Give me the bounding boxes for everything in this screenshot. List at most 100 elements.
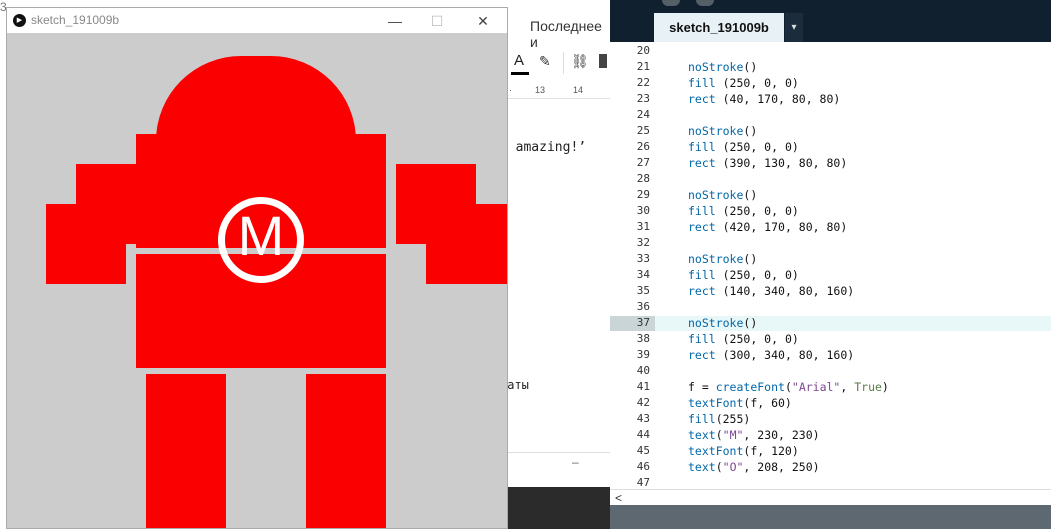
code-token: True [854,380,882,394]
close-button[interactable]: ✕ [463,11,503,31]
code-token: , [840,380,855,394]
code-token: rect [688,92,716,106]
line-number: 32 [636,236,650,249]
sketch-window: ▶ sketch_191009b — ☐ ✕ M [6,7,508,529]
link-icon[interactable]: ⛓ [571,53,589,70]
code-token: textFont [688,444,744,458]
line-number: 21 [636,60,650,73]
line-number: 27 [636,156,650,169]
code-token: , 208, 250) [743,460,820,474]
text-color-button[interactable]: A [511,52,529,76]
tab-menu-arrow-icon[interactable]: ▾ [785,13,803,42]
line-number: 39 [636,348,650,361]
stop-button-edge[interactable] [696,0,714,6]
line-number: 22 [636,76,650,89]
sketch-window-title: sketch_191009b [31,13,120,27]
code-token: rect [688,284,716,298]
code-token: fill [688,268,716,282]
robot-head [156,56,356,141]
line-number: 26 [636,140,650,153]
tab-sketch[interactable]: sketch_191009b [654,13,784,42]
code-line[interactable]: text("M", 230, 230) [688,428,820,442]
code-token: (f, 60) [743,396,792,410]
code-token: ( [715,460,723,474]
code-line[interactable]: noStroke() [688,60,757,74]
code-token: rect [688,348,716,362]
ruler-mark-13: 13 [535,85,546,95]
line-number: 43 [636,412,650,425]
code-line[interactable]: fill (250, 0, 0) [688,332,799,346]
editor-tabbar: sketch_191009b ▾ [610,0,1051,42]
code-line[interactable]: textFont(f, 120) [688,444,799,458]
line-number: 42 [636,396,650,409]
code-token: fill [688,140,716,154]
line-number: 31 [636,220,650,233]
run-button-edge[interactable] [662,0,680,6]
code-token: noStroke [688,60,744,74]
comment-icon[interactable] [599,54,607,68]
line-number: 29 [636,188,650,201]
minimize-button[interactable]: — [375,11,415,31]
line-number: 44 [636,428,650,441]
code-token: (390, 130, 80, 80) [715,156,848,170]
code-token: f = [688,380,716,394]
code-line[interactable]: fill (250, 0, 0) [688,76,799,90]
line-number: 20 [636,44,650,57]
code-token: , 230, 230) [743,428,820,442]
line-number: 45 [636,444,650,457]
code-line[interactable]: rect (300, 340, 80, 160) [688,348,854,362]
code-token: ) [881,380,889,394]
code-token: noStroke [688,188,744,202]
code-token: fill [688,76,716,90]
robot-emblem-letter: M [237,204,285,267]
line-number: 23 [636,92,650,105]
code-token: rect [688,220,716,234]
text-color-label: A [514,52,525,69]
doc-toolbar: A ✎ ⛓ [505,50,610,80]
doc-minimize-icon[interactable]: – [572,455,579,469]
line-number: 30 [636,204,650,217]
code-line[interactable]: fill(255) [688,412,750,426]
code-line[interactable]: fill (250, 0, 0) [688,204,799,218]
line-number: 24 [636,108,650,121]
code-line[interactable]: text("O", 208, 250) [688,460,820,474]
code-lines[interactable]: 20 21 noStroke() 22 fill (250, 0, 0) 23 rect (… [610,42,1051,489]
code-line[interactable]: fill (250, 0, 0) [688,268,799,282]
code-line[interactable]: noStroke() [688,188,757,202]
code-token: rect [688,156,716,170]
line-number: 25 [636,124,650,137]
code-token: text [688,428,716,442]
code-line[interactable]: f = createFont("Arial", True) [688,380,889,394]
scroll-left-icon[interactable]: < [615,491,622,505]
processing-app-icon: ▶ [13,14,26,27]
doc-text-line: s amazing!’ [500,140,587,155]
sketch-titlebar[interactable]: ▶ sketch_191009b — ☐ ✕ [7,8,507,33]
code-token: (f, 120) [743,444,799,458]
code-line[interactable]: noStroke() [688,252,757,266]
code-token: (255) [715,412,751,426]
line-number: 47 [636,476,650,489]
highlight-pen-icon[interactable]: ✎ [539,53,551,70]
maximize-button[interactable]: ☐ [417,11,457,31]
code-token: noStroke [688,124,744,138]
code-line[interactable]: noStroke() [688,124,757,138]
sketch-canvas[interactable]: M [7,33,507,528]
code-token: () [743,188,758,202]
code-token: "Arial" [791,380,841,394]
code-token: "O" [722,460,744,474]
menu-item-recent[interactable]: Последнее и [530,18,610,50]
ruler-mark-14: 14 [573,85,584,95]
line-number: 36 [636,300,650,313]
code-line[interactable]: textFont(f, 60) [688,396,792,410]
code-line[interactable]: rect (420, 170, 80, 80) [688,220,847,234]
code-token: "M" [722,428,744,442]
code-token: (140, 340, 80, 160) [715,284,855,298]
code-token: text [688,460,716,474]
code-line[interactable]: rect (140, 340, 80, 160) [688,284,854,298]
code-line[interactable]: rect (40, 170, 80, 80) [688,92,840,106]
code-token: ( [715,428,723,442]
code-line[interactable]: noStroke() [688,316,757,330]
code-line[interactable]: rect (390, 130, 80, 80) [688,156,847,170]
horizontal-scrollbar[interactable]: < [610,489,1051,505]
code-line[interactable]: fill (250, 0, 0) [688,140,799,154]
